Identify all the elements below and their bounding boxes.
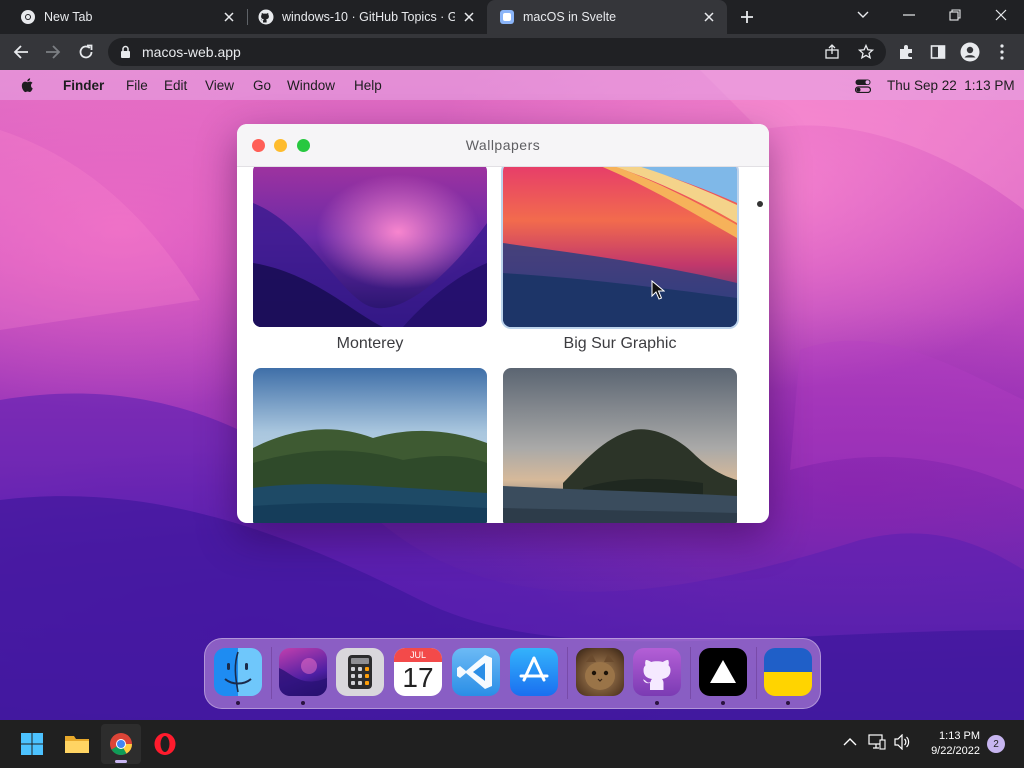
system-date: 9/22/2022 bbox=[931, 745, 980, 757]
wallpaper-name: Big Sur Graphic bbox=[563, 335, 677, 352]
macos-dock: JUL 17 bbox=[204, 638, 821, 709]
github-app-icon[interactable] bbox=[633, 648, 681, 696]
apple-icon[interactable] bbox=[20, 77, 36, 93]
wallpaper-thumbnail-catalina-coastline[interactable] bbox=[253, 368, 487, 523]
mouse-cursor bbox=[651, 280, 665, 300]
cat-avatar-icon[interactable] bbox=[576, 648, 624, 696]
app-store-icon[interactable] bbox=[510, 648, 558, 696]
scroll-indicator[interactable] bbox=[757, 201, 763, 207]
wallpapers-app-icon[interactable] bbox=[279, 648, 327, 696]
browser-menu-icon[interactable] bbox=[990, 40, 1014, 64]
restore-window-button[interactable] bbox=[932, 0, 978, 30]
url-text: macos-web.app bbox=[142, 44, 241, 60]
close-tab-icon[interactable] bbox=[701, 9, 717, 25]
tab-label: New Tab bbox=[44, 10, 93, 24]
macos-desktop: Finder File Edit View Go Window Help Thu… bbox=[0, 70, 1024, 720]
tab-label: macOS in Svelte bbox=[523, 10, 617, 24]
tab-github-topics[interactable]: windows-10 · GitHub Topics · GitHub bbox=[238, 0, 487, 34]
wallpaper-thumbnail-monterey[interactable] bbox=[253, 167, 487, 327]
vercel-icon[interactable] bbox=[699, 648, 747, 696]
file-explorer-icon[interactable] bbox=[57, 724, 97, 764]
menu-help[interactable]: Help bbox=[354, 78, 382, 93]
profile-icon[interactable] bbox=[958, 40, 982, 64]
macos-menubar: Finder File Edit View Go Window Help Thu… bbox=[0, 70, 1024, 100]
ukraine-flag-icon[interactable] bbox=[764, 648, 812, 696]
menubar-clock[interactable]: Thu Sep 22 1:13 PM bbox=[887, 78, 1015, 93]
running-indicator bbox=[786, 701, 790, 705]
minimize-window-button[interactable] bbox=[886, 0, 932, 30]
back-button[interactable] bbox=[9, 40, 33, 64]
extensions-icon[interactable] bbox=[894, 40, 918, 64]
calendar-day: 17 bbox=[402, 662, 434, 693]
browser-tab-strip: New Tab windows-10 · GitHub Topics · Git… bbox=[0, 0, 1024, 34]
menu-file[interactable]: File bbox=[126, 78, 148, 93]
svelte-icon bbox=[500, 10, 514, 24]
share-icon[interactable] bbox=[824, 44, 840, 60]
reload-button[interactable] bbox=[74, 40, 98, 64]
wallpaper-thumbnail-catalina-island[interactable] bbox=[503, 368, 737, 523]
opera-icon[interactable] bbox=[145, 724, 185, 764]
network-icon[interactable] bbox=[868, 734, 886, 750]
running-indicator bbox=[301, 701, 305, 705]
tab-new-tab[interactable]: New Tab bbox=[0, 0, 247, 34]
control-center-icon[interactable] bbox=[855, 79, 871, 93]
new-tab-button[interactable] bbox=[737, 7, 757, 27]
system-time: 1:13 PM bbox=[939, 730, 980, 742]
windows-start-icon[interactable] bbox=[12, 724, 52, 764]
calendar-icon[interactable]: JUL 17 bbox=[394, 648, 442, 696]
tab-label: windows-10 · GitHub Topics · GitHub bbox=[282, 10, 455, 24]
menu-view[interactable]: View bbox=[205, 78, 234, 93]
dock-separator bbox=[756, 647, 757, 699]
menu-window[interactable]: Window bbox=[287, 78, 335, 93]
show-hidden-icons-chevron-icon[interactable] bbox=[843, 737, 857, 747]
bookmark-star-icon[interactable] bbox=[858, 44, 874, 60]
wallpaper-name: Monterey bbox=[336, 335, 404, 352]
side-panel-icon[interactable] bbox=[926, 40, 950, 64]
menu-app-name[interactable]: Finder bbox=[63, 78, 104, 93]
tab-search-button[interactable] bbox=[840, 0, 886, 30]
running-indicator bbox=[236, 701, 240, 705]
vscode-icon[interactable] bbox=[452, 648, 500, 696]
running-indicator bbox=[721, 701, 725, 705]
menu-edit[interactable]: Edit bbox=[164, 78, 187, 93]
window-titlebar[interactable]: Wallpapers bbox=[237, 124, 769, 167]
close-tab-icon[interactable] bbox=[461, 9, 477, 25]
dock-separator bbox=[271, 647, 272, 699]
wallpapers-window: Wallpapers Monterey Big Sur Graphic bbox=[237, 124, 769, 523]
address-bar[interactable]: macos-web.app bbox=[108, 38, 886, 66]
finder-icon[interactable] bbox=[214, 648, 262, 696]
browser-toolbar: macos-web.app bbox=[0, 34, 1024, 70]
dock-separator bbox=[690, 647, 691, 699]
notification-badge[interactable]: 2 bbox=[987, 735, 1005, 753]
chrome-icon bbox=[21, 10, 35, 24]
close-tab-icon[interactable] bbox=[221, 9, 237, 25]
chrome-taskbar-icon[interactable] bbox=[101, 724, 141, 764]
wallpaper-grid: Monterey Big Sur Graphic bbox=[237, 167, 769, 523]
system-clock[interactable]: 1:13 PM 9/22/2022 bbox=[902, 729, 980, 759]
close-window-button[interactable] bbox=[978, 0, 1024, 30]
calculator-icon[interactable] bbox=[336, 648, 384, 696]
wallpaper-thumbnail-big-sur-graphic[interactable] bbox=[503, 167, 737, 327]
lock-icon bbox=[121, 45, 130, 58]
active-app-indicator bbox=[115, 760, 127, 763]
tab-macos-in-svelte[interactable]: macOS in Svelte bbox=[487, 0, 727, 34]
calendar-month: JUL bbox=[394, 648, 442, 662]
running-indicator bbox=[655, 701, 659, 705]
window-title: Wallpapers bbox=[465, 137, 541, 153]
github-icon bbox=[258, 9, 274, 25]
menu-go[interactable]: Go bbox=[253, 78, 271, 93]
windows-taskbar: 1:13 PM 9/22/2022 2 bbox=[0, 720, 1024, 768]
dock-separator bbox=[567, 647, 568, 699]
forward-button[interactable] bbox=[41, 40, 65, 64]
